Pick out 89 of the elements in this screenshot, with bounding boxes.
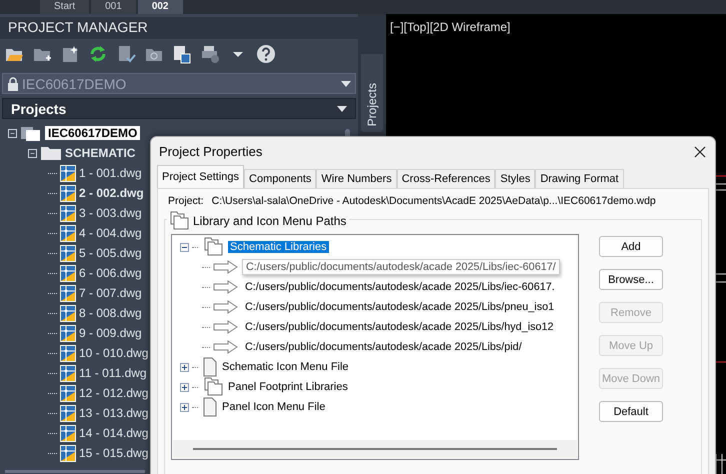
library-path[interactable]: C:/users/public/documents/autodesk/acade 2025/Libs/pid/: [242, 340, 525, 354]
sparkle-image-icon[interactable]: [60, 44, 80, 64]
collapse-icon[interactable]: [28, 148, 37, 158]
close-icon[interactable]: [693, 144, 707, 158]
printer-icon[interactable]: [200, 44, 220, 64]
tree-item[interactable]: 1 - 001.dwg: [79, 166, 142, 180]
collapse-icon[interactable]: [8, 128, 17, 138]
folder-icon: [40, 145, 62, 161]
drawing-file-icon: [60, 364, 76, 382]
caret-down-icon: [341, 80, 351, 86]
help-icon[interactable]: [256, 44, 276, 64]
tree-item[interactable]: Panel Footprint Libraries: [228, 381, 348, 393]
tree-item[interactable]: 13 - 013.dwg: [79, 406, 148, 420]
tree-item[interactable]: 5 - 005.dwg: [79, 246, 142, 260]
tree-item[interactable]: 6 - 006.dwg: [79, 266, 142, 280]
tree-item[interactable]: 3 - 003.dwg: [79, 206, 142, 220]
drawing-file-icon: [60, 344, 76, 362]
panel-title: PROJECT MANAGER: [0, 17, 358, 39]
drawing-file-icon: [60, 304, 76, 322]
dialog-title: Project Properties: [159, 144, 262, 159]
tree-item[interactable]: SCHEMATIC: [65, 146, 136, 160]
dialog-button[interactable]: Default: [599, 401, 663, 422]
arrow-icon: [213, 320, 239, 334]
tree-item[interactable]: 11 - 011.dwg: [79, 366, 147, 380]
caret-down-icon[interactable]: [337, 106, 347, 112]
side-tab[interactable]: Projects: [361, 54, 383, 132]
library-path[interactable]: C:/users/public/documents/autodesk/acade 2025/Libs/iec-60617/: [242, 259, 560, 275]
arrow-icon: [213, 280, 239, 294]
drawing-file-icon: [60, 184, 76, 202]
tree-item[interactable]: 14 - 014.dwg: [79, 426, 148, 440]
drawing-file-icon: [60, 244, 76, 262]
lock-icon: [7, 76, 19, 90]
arrow-icon: [213, 300, 239, 314]
refresh-icon[interactable]: [88, 44, 108, 64]
document-tab[interactable]: 002: [138, 0, 182, 14]
arrow-icon: [213, 260, 239, 274]
tree-item[interactable]: 7 - 007.dwg: [79, 286, 142, 300]
drawing-file-icon: [60, 204, 76, 222]
library-path[interactable]: C:/users/public/documents/autodesk/acade 2025/Libs/hyd_iso12: [242, 320, 557, 334]
arrow-icon: [213, 340, 239, 354]
document-tab[interactable]: Start: [40, 0, 90, 14]
tree-item[interactable]: 10 - 010.dwg: [79, 346, 148, 360]
tree-item[interactable]: 2 - 002.dwg: [79, 186, 144, 200]
tree-item[interactable]: 4 - 004.dwg: [79, 226, 142, 240]
tree-item[interactable]: Schematic Icon Menu File: [222, 361, 349, 373]
drawing-file-icon: [60, 324, 76, 342]
drawing-file-icon: [60, 444, 76, 462]
paths-tree[interactable]: [171, 234, 579, 460]
scrollbar[interactable]: [173, 440, 577, 458]
drawing-file-icon: [60, 404, 76, 422]
dialog-tab[interactable]: Project Settings: [157, 165, 244, 188]
tree-item[interactable]: Panel Icon Menu File: [222, 401, 326, 413]
expand-icon[interactable]: [180, 402, 189, 412]
file-icon: [201, 357, 219, 377]
group-title: Library and Icon Menu Paths: [193, 214, 346, 228]
tree-item[interactable]: Schematic Libraries: [228, 241, 329, 253]
dialog-tab[interactable]: Styles: [495, 169, 536, 188]
drawing-file-icon: [60, 384, 76, 402]
dialog-tab[interactable]: Wire Numbers: [316, 169, 397, 188]
collapse-icon[interactable]: [180, 242, 189, 252]
document-tab[interactable]: 001: [91, 0, 136, 14]
field-label: Project:: [168, 195, 204, 207]
dialog-tab[interactable]: Components: [244, 169, 316, 188]
dialog-button[interactable]: Add: [599, 236, 663, 257]
drawing-file-icon: [60, 264, 76, 282]
dialog-button[interactable]: Browse...: [599, 269, 663, 290]
project-path: C:\Users\al-sala\OneDrive - Autodesk\Documents\AcadE 2025\AeData\p...\IEC60617demo.wdp: [212, 195, 656, 207]
tree-item[interactable]: 8 - 008.dwg: [79, 306, 142, 320]
tree-item[interactable]: 12 - 012.dwg: [79, 386, 148, 400]
dialog-tab[interactable]: Cross-References: [396, 169, 496, 188]
checklist-icon[interactable]: [116, 44, 136, 64]
project-folders-icon: [20, 124, 42, 142]
expand-icon[interactable]: [180, 362, 189, 372]
library-path[interactable]: C:/users/public/documents/autodesk/acade 2025/Libs/pneu_iso1: [242, 300, 558, 314]
scrollbar[interactable]: [5, 470, 145, 473]
drawing-file-icon: [60, 164, 76, 182]
viewport-label[interactable]: [−][Top][2D Wireframe]: [390, 20, 722, 34]
library-path[interactable]: C:/users/public/documents/autodesk/acade 2025/Libs/iec-60617.: [242, 280, 558, 294]
tree-item[interactable]: 9 - 009.dwg: [79, 326, 142, 340]
document-add-icon[interactable]: [172, 44, 192, 64]
tree-item[interactable]: 15 - 015.dwg: [79, 446, 148, 460]
dialog-tab[interactable]: Drawing Format: [535, 169, 624, 188]
drawing-file-icon: [60, 284, 76, 302]
drawing-file-icon: [60, 224, 76, 242]
expand-icon[interactable]: [180, 382, 189, 392]
file-icon: [201, 397, 219, 417]
drawing-file-icon: [60, 424, 76, 442]
section-header: Projects: [11, 100, 66, 116]
tree-item[interactable]: IEC60617DEMO: [45, 126, 140, 140]
